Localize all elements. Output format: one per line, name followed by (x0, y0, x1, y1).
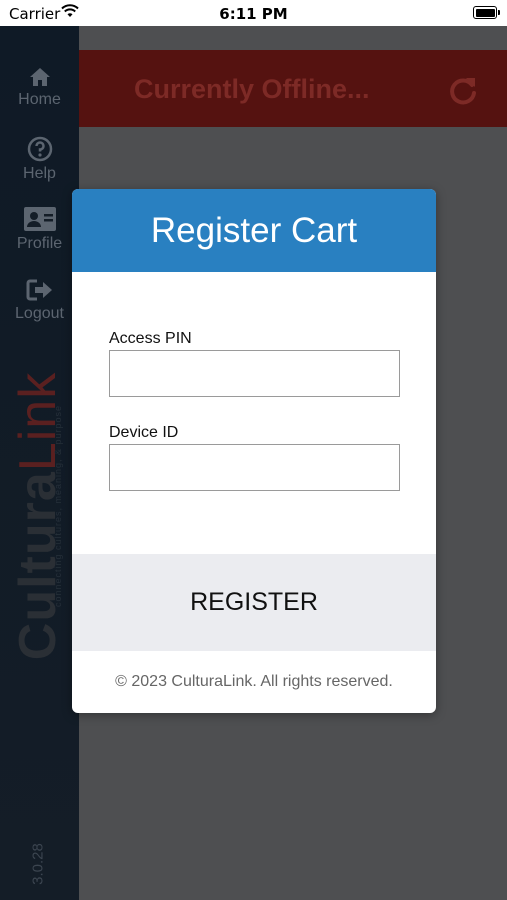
register-cart-dialog: Register Cart Access PIN Device ID REGIS… (72, 189, 436, 713)
logout-icon (26, 279, 52, 301)
app-version: 3.0.28 (29, 843, 47, 885)
status-bar: Carrier 6:11 PM (0, 0, 507, 26)
register-button[interactable]: REGISTER (72, 554, 436, 651)
battery-icon (473, 6, 500, 19)
access-pin-input[interactable] (109, 350, 400, 397)
refresh-icon[interactable] (447, 74, 479, 106)
offline-banner: Currently Offline... (79, 50, 507, 127)
home-icon (29, 68, 50, 86)
sidebar-item-logout[interactable]: Logout (0, 278, 79, 323)
offline-status-text: Currently Offline... (134, 74, 370, 104)
device-id-input[interactable] (109, 444, 400, 491)
dialog-title: Register Cart (72, 189, 436, 272)
sidebar-item-label: Profile (16, 235, 63, 252)
sidebar-item-label: Help (23, 165, 56, 182)
sidebar-item-label: Logout (15, 305, 64, 322)
sidebar-item-help[interactable]: Help (0, 136, 79, 183)
brand-tagline: connecting cultures, meaning, & purpose (53, 404, 63, 608)
sidebar-item-profile[interactable]: Profile (0, 206, 79, 253)
help-icon (27, 136, 52, 162)
copyright-text: © 2023 CulturaLink. All rights reserved. (115, 673, 393, 690)
clock: 6:11 PM (219, 5, 288, 23)
sidebar-item-home[interactable]: Home (0, 66, 79, 109)
sidebar-item-label: Home (18, 91, 61, 108)
access-pin-label: Access PIN (109, 330, 192, 347)
profile-card-icon (23, 207, 56, 231)
device-id-label: Device ID (109, 424, 179, 441)
sidebar: Home Help Profile Logout CulturaLink con… (0, 26, 79, 900)
